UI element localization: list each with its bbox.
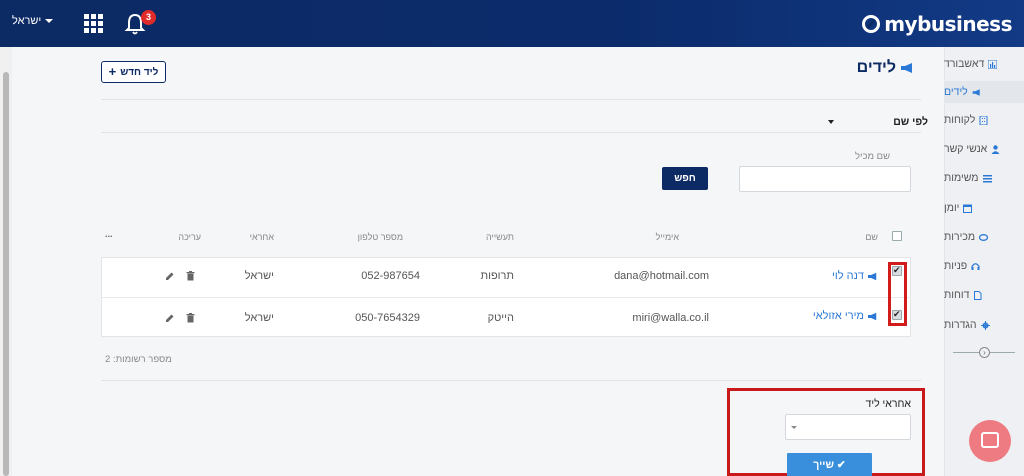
gear-icon — [980, 320, 990, 330]
person-icon — [991, 144, 1000, 154]
sidebar: דאשבורד לידים לקוחות אנשי קשר משימות יומ… — [944, 47, 1024, 476]
row-divider — [101, 297, 911, 298]
sidebar-item-dashboard[interactable]: דאשבורד — [944, 53, 1016, 75]
building-icon — [979, 115, 988, 125]
sort-select[interactable]: לפי שם — [828, 113, 928, 131]
page-title: לידים — [857, 59, 914, 77]
headset-icon — [971, 262, 980, 270]
sidebar-item-label: דאשבורד — [944, 58, 985, 70]
sidebar-item-label: משימות — [944, 172, 979, 184]
sidebar-item-label: לידים — [944, 86, 968, 98]
sidebar-item-label: הגדרות — [944, 319, 977, 331]
megaphone-icon — [868, 272, 877, 280]
trash-icon[interactable] — [186, 271, 195, 281]
sidebar-item-label: לקוחות — [944, 114, 976, 126]
lead-owner: ישראל — [244, 312, 274, 324]
column-header-owner[interactable]: אחראי — [250, 232, 274, 242]
apps-grid-icon[interactable] — [84, 14, 104, 33]
column-header-phone[interactable]: מספר טלפון — [358, 232, 403, 242]
page-title-text: לידים — [856, 59, 896, 76]
calendar-icon — [963, 204, 973, 213]
search-field-label: שם מכיל — [854, 151, 890, 162]
sidebar-item-contacts[interactable]: אנשי קשר — [944, 138, 1016, 160]
sidebar-item-label: מכירות — [944, 231, 976, 243]
sidebar-item-customers[interactable]: לקוחות — [944, 109, 1016, 131]
search-input[interactable] — [739, 166, 911, 192]
lead-name-link[interactable]: דנה לוי — [832, 270, 878, 282]
sidebar-item-label: אנשי קשר — [944, 143, 988, 155]
edit-pencil-icon[interactable] — [165, 313, 174, 323]
trash-icon[interactable] — [186, 313, 195, 323]
check-icon: ✔ — [836, 458, 846, 471]
sidebar-item-label: דוחות — [944, 289, 970, 301]
plus-icon: + — [108, 64, 117, 79]
edit-pencil-icon[interactable] — [165, 271, 174, 281]
list-icon — [982, 174, 992, 182]
lead-owner: ישראל — [244, 270, 274, 282]
lead-industry: תרופות — [480, 270, 515, 282]
search-button[interactable]: חפש — [662, 167, 708, 190]
sidebar-item-settings[interactable]: הגדרות — [944, 314, 1016, 336]
divider — [101, 380, 921, 381]
divider — [101, 99, 921, 100]
sidebar-collapse-line: › — [953, 347, 1015, 358]
sort-label: לפי שם — [893, 116, 928, 128]
megaphone-icon — [868, 312, 877, 320]
column-header-edit: עריכה — [178, 232, 201, 242]
divider — [101, 132, 921, 133]
chevron-down-icon — [791, 426, 797, 429]
new-lead-label: ליד חדש — [120, 66, 159, 78]
chevron-down-icon — [828, 120, 834, 124]
logo-mark-icon — [862, 15, 881, 33]
document-icon — [974, 290, 982, 300]
owner-select[interactable] — [785, 414, 911, 440]
column-header-industry[interactable]: תעשייה — [486, 232, 514, 242]
notification-badge: 3 — [141, 10, 156, 25]
lead-email: dana@hotmail.com — [614, 270, 709, 282]
lead-industry: הייטק — [487, 312, 514, 324]
page-scrollbar[interactable] — [0, 47, 12, 476]
collapse-chevron-icon[interactable]: › — [979, 347, 990, 358]
megaphone-icon — [972, 88, 980, 96]
sidebar-item-inquiries[interactable]: פניות — [944, 255, 1016, 277]
megaphone-icon — [901, 63, 912, 73]
user-menu-label: ישראל — [12, 15, 42, 27]
sidebar-item-reports[interactable]: דוחות — [944, 284, 1016, 306]
assign-owner-label: אחראי ליד — [865, 398, 911, 410]
sidebar-item-leads[interactable]: לידים — [944, 81, 1024, 103]
sidebar-item-calendar[interactable]: יומן — [944, 197, 1016, 219]
lead-name: דנה לוי — [832, 270, 864, 282]
record-count: מספר רשומות: 2 — [105, 354, 172, 365]
handshake-icon — [979, 233, 989, 241]
chart-icon — [988, 59, 998, 69]
assign-button-label: שייך — [813, 458, 834, 471]
lead-phone: 052-987654 — [361, 270, 420, 282]
checkbox-highlight-annotation — [888, 262, 907, 326]
lead-name-link[interactable]: מירי אזולאי — [813, 310, 878, 322]
brand-name: mybusiness — [884, 12, 1012, 36]
more-options-icon[interactable]: ... — [105, 229, 113, 239]
scrollbar-thumb[interactable] — [3, 72, 9, 476]
chat-widget-button[interactable] — [969, 420, 1011, 462]
sidebar-item-tasks[interactable]: משימות — [944, 167, 1016, 189]
column-header-name[interactable]: שם — [865, 232, 878, 242]
sidebar-item-label: פניות — [944, 260, 968, 272]
lead-name: מירי אזולאי — [812, 310, 864, 322]
user-menu[interactable]: ישראל — [12, 15, 54, 27]
lead-phone: 050-7654329 — [355, 312, 420, 324]
chat-icon — [981, 432, 999, 448]
assign-button[interactable]: שייך ✔ — [787, 453, 872, 476]
lead-email: miri@walla.co.il — [632, 312, 709, 324]
top-navbar: ישראל 3 mybusiness — [0, 0, 1024, 47]
brand-logo[interactable]: mybusiness — [861, 12, 1012, 36]
sidebar-item-label: יומן — [944, 202, 960, 214]
chevron-down-icon — [45, 19, 54, 23]
column-header-email[interactable]: אימייל — [656, 232, 679, 242]
new-lead-button[interactable]: + ליד חדש — [101, 61, 166, 83]
sidebar-item-sales[interactable]: מכירות — [944, 226, 1016, 248]
select-all-checkbox[interactable] — [892, 231, 902, 241]
